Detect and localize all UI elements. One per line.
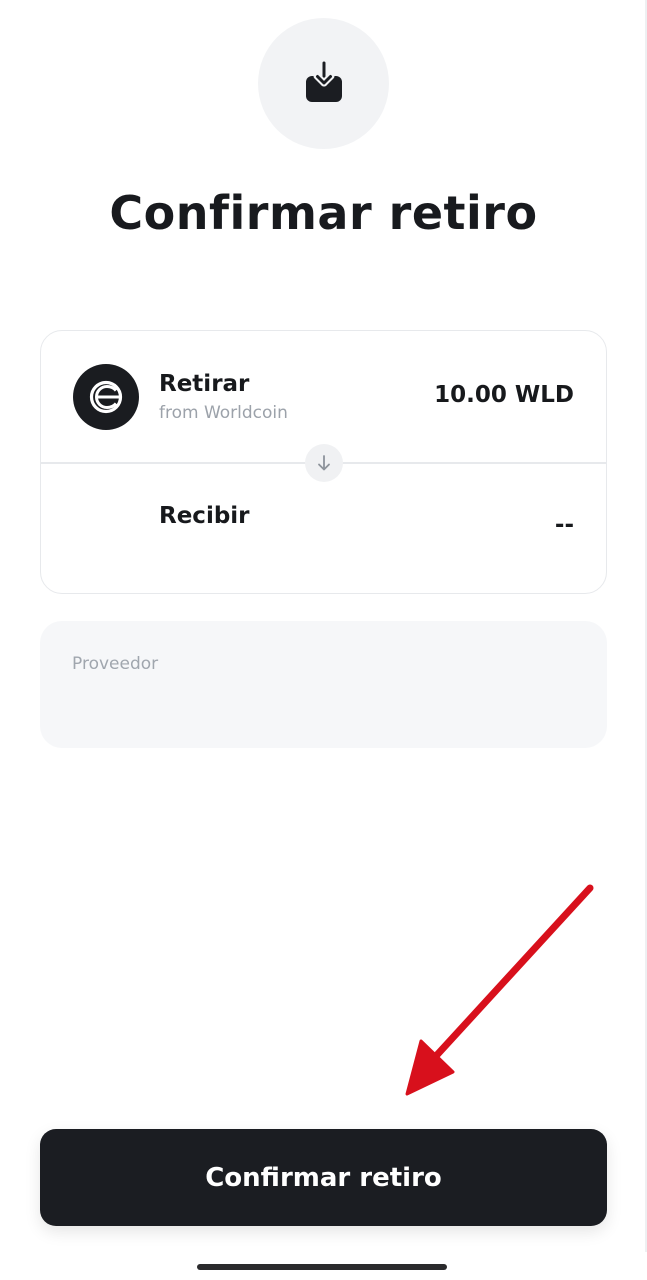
withdraw-icon-badge [258, 18, 389, 149]
confirm-withdraw-screen: Confirmar retiro Retirar from Worldcoin … [0, 0, 647, 1280]
withdraw-label: Retirar [159, 371, 250, 397]
worldcoin-logo-icon [73, 364, 139, 430]
receive-amount: -- [554, 512, 574, 538]
withdraw-amount: 10.00 WLD [434, 382, 574, 408]
receive-label: Recibir [159, 503, 250, 529]
withdraw-source-subtitle: from Worldcoin [159, 403, 288, 423]
provider-field[interactable]: Proveedor [40, 621, 607, 748]
confirm-withdraw-button[interactable]: Confirmar retiro [40, 1129, 607, 1226]
withdraw-summary-card: Retirar from Worldcoin 10.00 WLD Recibir… [40, 330, 607, 594]
withdraw-tray-icon [303, 59, 345, 107]
provider-label: Proveedor [72, 654, 159, 674]
arrow-down-icon [305, 444, 343, 482]
home-indicator[interactable] [197, 1264, 447, 1270]
page-title: Confirmar retiro [109, 186, 538, 240]
